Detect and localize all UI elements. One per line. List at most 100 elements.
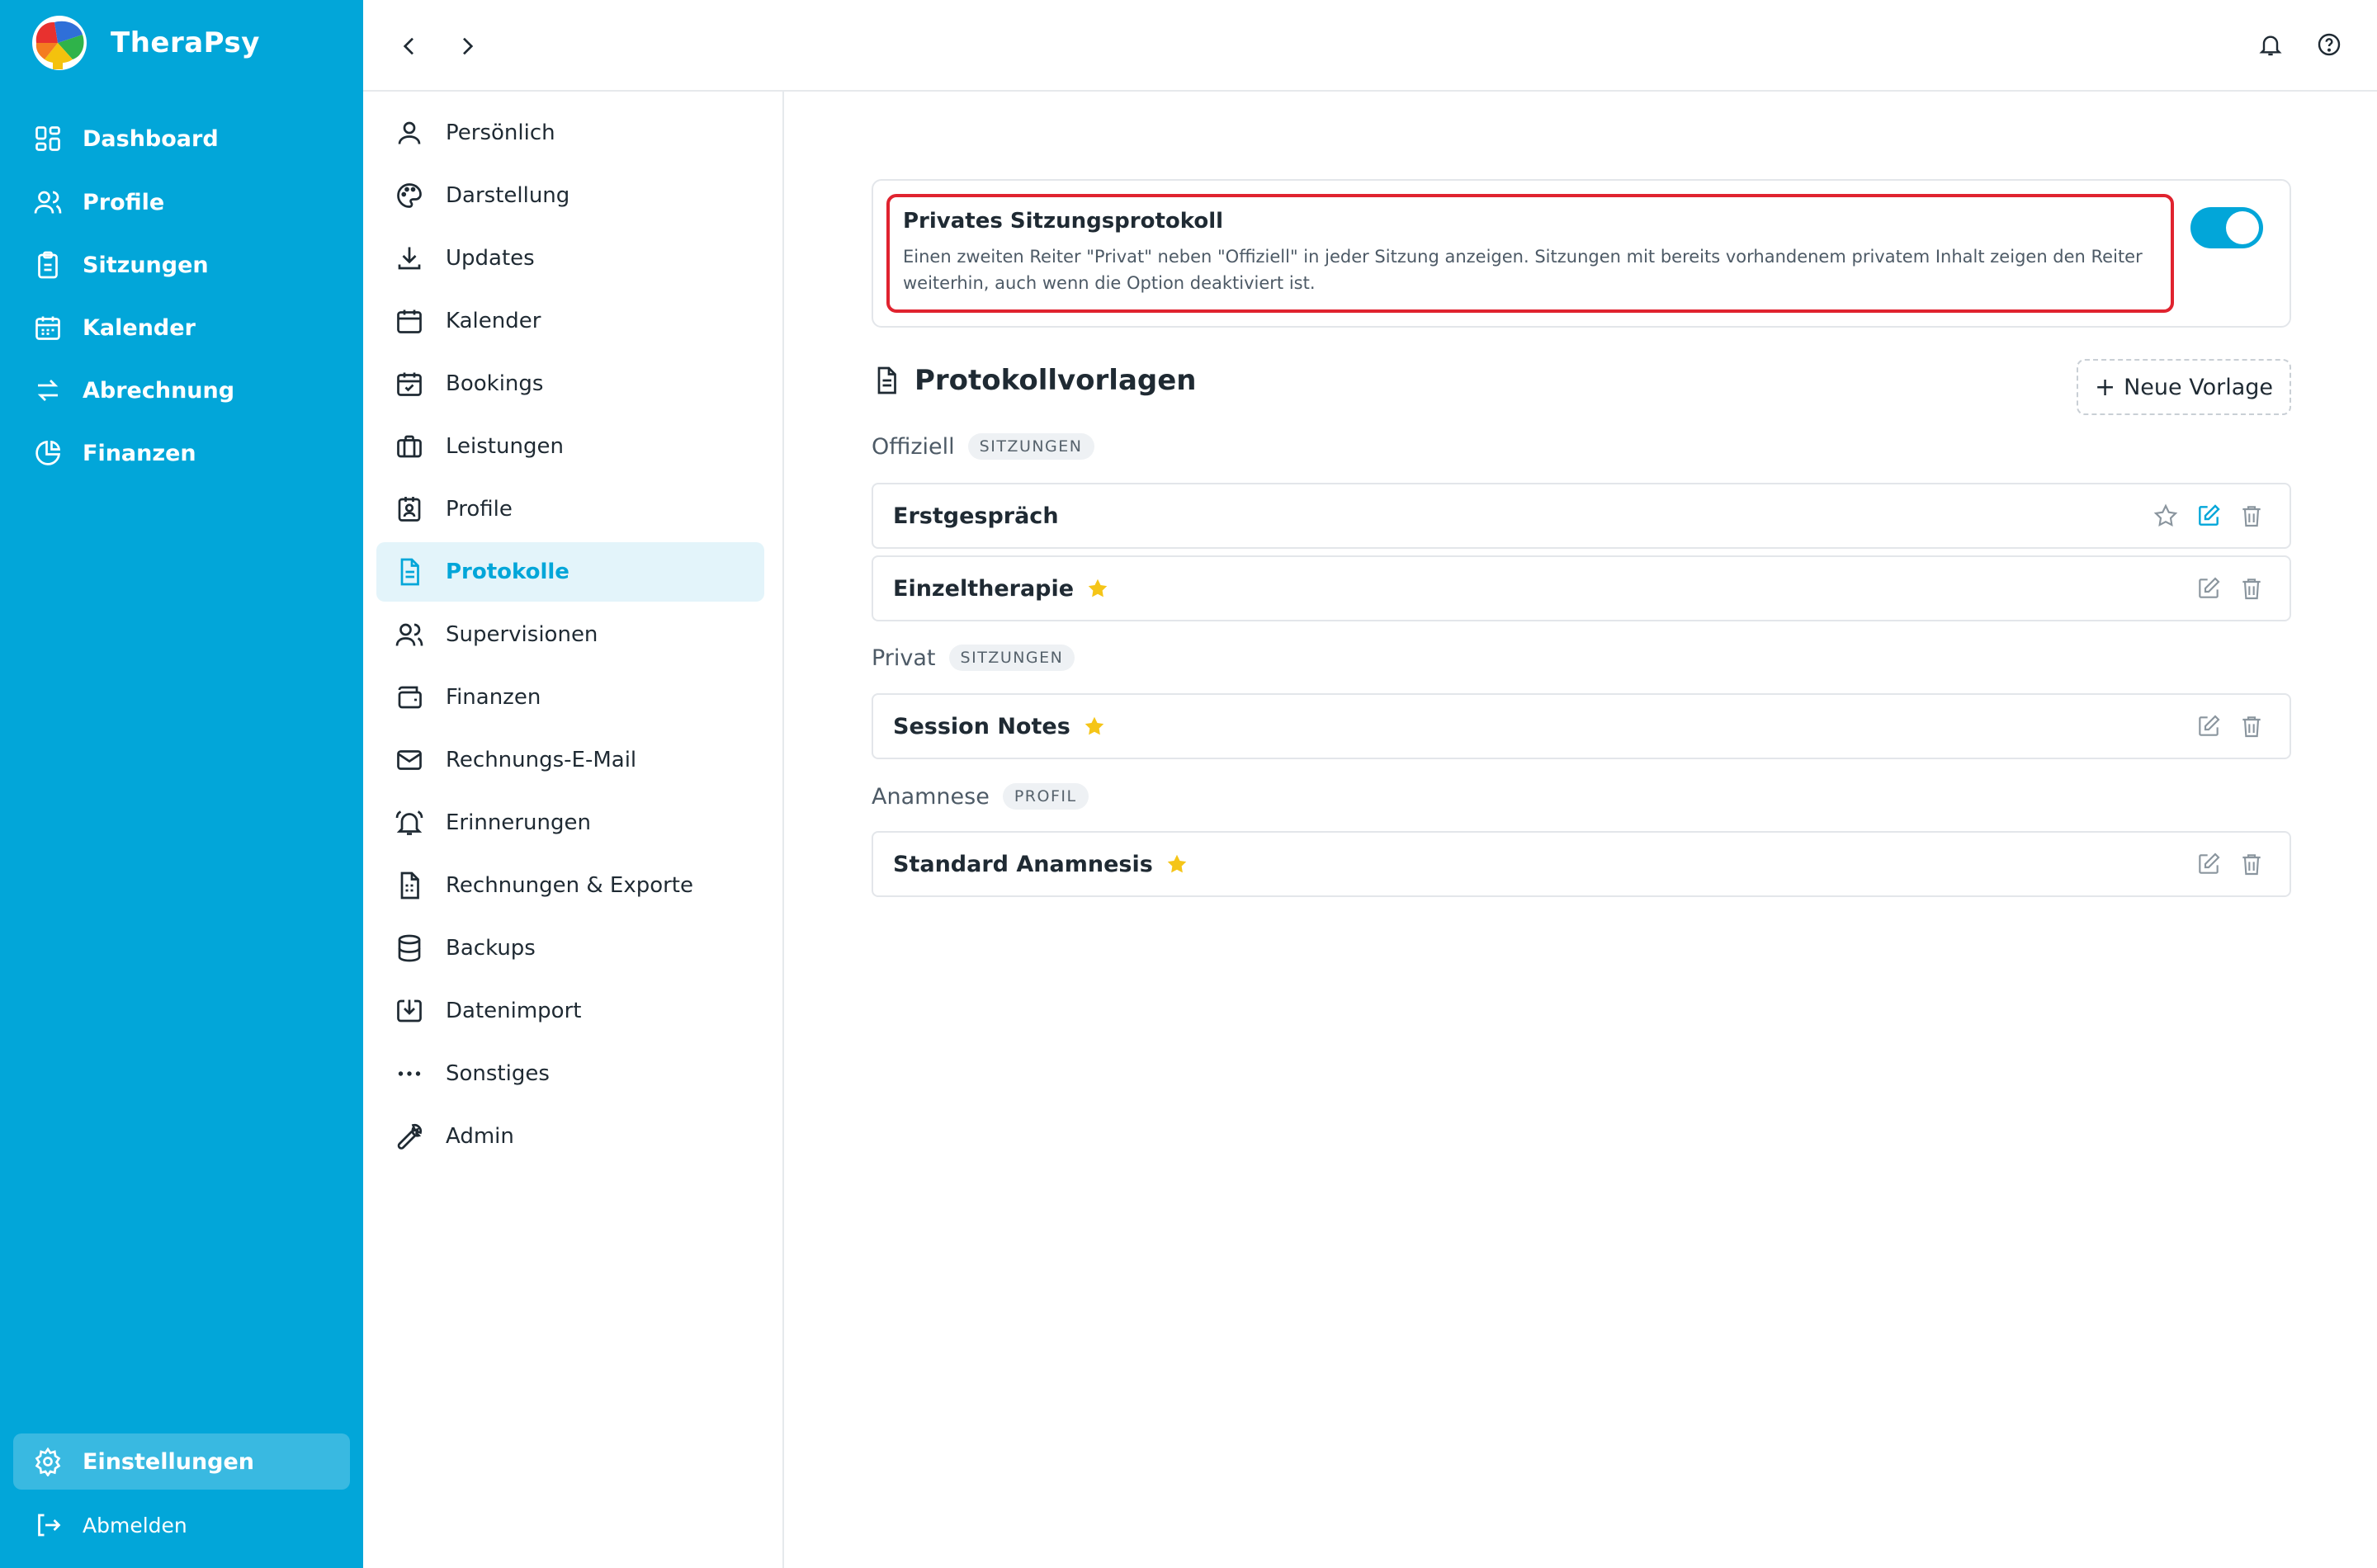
- settings-item-leistungen[interactable]: Leistungen: [376, 417, 764, 476]
- settings-item-label: Bookings: [446, 371, 544, 396]
- brand[interactable]: TheraPsy: [25, 13, 260, 73]
- clipboard-icon: [38, 251, 58, 279]
- private-protocol-highlight: Privates Sitzungsprotokoll Einen zweiten…: [886, 194, 2174, 313]
- settings-item-sonstiges[interactable]: Sonstiges: [376, 1044, 764, 1103]
- edit-icon[interactable]: [2195, 713, 2222, 739]
- brand-name: TheraPsy: [111, 26, 260, 59]
- trash-icon[interactable]: [2238, 575, 2265, 602]
- back-button[interactable]: [391, 28, 428, 64]
- template-row-session-notes[interactable]: Session Notes: [872, 693, 2291, 759]
- calendar-icon: [397, 309, 422, 333]
- settings-item-label: Finanzen: [446, 685, 541, 710]
- nav-profile[interactable]: Profile: [13, 174, 350, 230]
- group-badge: PROFIL: [1002, 783, 1089, 810]
- star-filled-icon: [1088, 579, 1108, 597]
- nav-abrechnung[interactable]: Abrechnung: [13, 362, 350, 418]
- dashboard-icon: [35, 126, 60, 151]
- help-circle-icon: [2318, 33, 2341, 56]
- brain-logo-icon: [32, 16, 87, 70]
- help-button[interactable]: [2311, 26, 2347, 63]
- settings-item-backups[interactable]: Backups: [376, 919, 764, 978]
- settings-item-label: Erinnerungen: [446, 810, 591, 835]
- settings-item-label: Sonstiges: [446, 1061, 550, 1086]
- plus-icon: +: [2094, 372, 2116, 402]
- bell-icon: [2259, 35, 2282, 56]
- calendar-icon: [35, 316, 60, 340]
- group-badge: SITZUNGEN: [967, 433, 1094, 460]
- templates-header: Protokollvorlagen: [872, 364, 1197, 397]
- settings-item-rechnungs-email[interactable]: Rechnungs-E-Mail: [376, 730, 764, 790]
- settings-item-label: Protokolle: [446, 560, 569, 584]
- nav-sitzungen[interactable]: Sitzungen: [13, 237, 350, 293]
- nav-abrechnung-label: Abrechnung: [83, 377, 235, 404]
- settings-item-label: Persönlich: [446, 120, 555, 145]
- settings-item-label: Backups: [446, 936, 536, 961]
- nav-finanzen[interactable]: Finanzen: [13, 425, 350, 481]
- trash-icon[interactable]: [2238, 503, 2265, 529]
- template-row-erstgespraech[interactable]: Erstgespräch: [872, 483, 2291, 549]
- nav-kalender-label: Kalender: [83, 314, 196, 341]
- nav-finanzen-label: Finanzen: [83, 440, 196, 466]
- arrows-exchange-icon: [37, 380, 59, 401]
- new-template-label: Neue Vorlage: [2124, 374, 2274, 400]
- settings-item-rechnungen-exporte[interactable]: Rechnungen & Exporte: [376, 856, 764, 915]
- settings-item-persoenlich[interactable]: Persönlich: [376, 103, 764, 163]
- app-sidebar: TheraPsy Dashboard Profile Sitzungen Kal…: [0, 0, 363, 1568]
- settings-item-finanzen[interactable]: Finanzen: [376, 668, 764, 727]
- main-content: Privates Sitzungsprotokoll Einen zweiten…: [786, 92, 2377, 1568]
- group-name: Anamnese: [872, 783, 990, 810]
- chevron-right-icon: [463, 37, 474, 55]
- bell-ring-icon: [395, 810, 423, 835]
- nav-kalender[interactable]: Kalender: [13, 300, 350, 356]
- settings-item-label: Kalender: [446, 309, 541, 333]
- new-template-button[interactable]: + Neue Vorlage: [2077, 359, 2291, 415]
- gear-icon: [35, 1447, 61, 1476]
- nav-dashboard[interactable]: Dashboard: [13, 111, 350, 167]
- template-row-standard-anamnesis[interactable]: Standard Anamnesis: [872, 831, 2291, 897]
- template-row-einzeltherapie[interactable]: Einzeltherapie: [872, 555, 2291, 621]
- settings-item-updates[interactable]: Updates: [376, 229, 764, 288]
- settings-item-label: Updates: [446, 246, 535, 271]
- edit-icon[interactable]: [2195, 503, 2222, 529]
- settings-item-label: Rechnungs-E-Mail: [446, 748, 637, 772]
- trash-icon[interactable]: [2238, 851, 2265, 877]
- settings-item-supervisionen[interactable]: Supervisionen: [376, 605, 764, 664]
- private-protocol-toggle[interactable]: [2190, 207, 2263, 248]
- settings-item-admin[interactable]: Admin: [376, 1107, 764, 1166]
- trash-icon[interactable]: [2238, 713, 2265, 739]
- star-filled-icon: [1085, 716, 1104, 735]
- nav-einstellungen[interactable]: Einstellungen: [13, 1433, 350, 1490]
- nav-profile-label: Profile: [83, 189, 165, 215]
- edit-icon[interactable]: [2195, 575, 2222, 602]
- settings-item-erinnerungen[interactable]: Erinnerungen: [376, 793, 764, 852]
- settings-item-protokolle[interactable]: Protokolle: [376, 542, 764, 602]
- settings-item-bookings[interactable]: Bookings: [376, 354, 764, 413]
- group-badge: SITZUNGEN: [948, 645, 1075, 671]
- wrench-icon: [397, 1123, 423, 1150]
- private-protocol-title: Privates Sitzungsprotokoll: [903, 209, 1224, 234]
- edit-icon[interactable]: [2195, 851, 2222, 877]
- forward-button[interactable]: [449, 28, 485, 64]
- group-anamnese: Anamnese PROFIL: [872, 783, 1089, 810]
- settings-item-datenimport[interactable]: Datenimport: [376, 981, 764, 1041]
- toggle-knob: [2226, 211, 2259, 244]
- notifications-button[interactable]: [2252, 26, 2289, 63]
- nav-abmelden[interactable]: Abmelden: [13, 1497, 350, 1553]
- document-icon: [400, 558, 419, 586]
- settings-item-darstellung[interactable]: Darstellung: [376, 166, 764, 225]
- star-outline-icon[interactable]: [2153, 503, 2179, 529]
- settings-item-label: Darstellung: [446, 183, 570, 208]
- nav-abmelden-label: Abmelden: [83, 1513, 187, 1537]
- document-icon: [877, 366, 896, 394]
- group-offiziell: Offiziell SITZUNGEN: [872, 433, 1094, 460]
- briefcase-icon: [397, 435, 422, 458]
- group-name: Privat: [872, 645, 936, 671]
- settings-item-kalender[interactable]: Kalender: [376, 291, 764, 351]
- contact-card-icon: [398, 497, 421, 522]
- user-icon: [398, 121, 421, 144]
- template-name: Session Notes: [893, 713, 1070, 739]
- import-icon: [397, 999, 422, 1023]
- settings-item-label: Rechnungen & Exporte: [446, 873, 693, 898]
- group-privat: Privat SITZUNGEN: [872, 645, 1075, 671]
- settings-item-profile[interactable]: Profile: [376, 479, 764, 539]
